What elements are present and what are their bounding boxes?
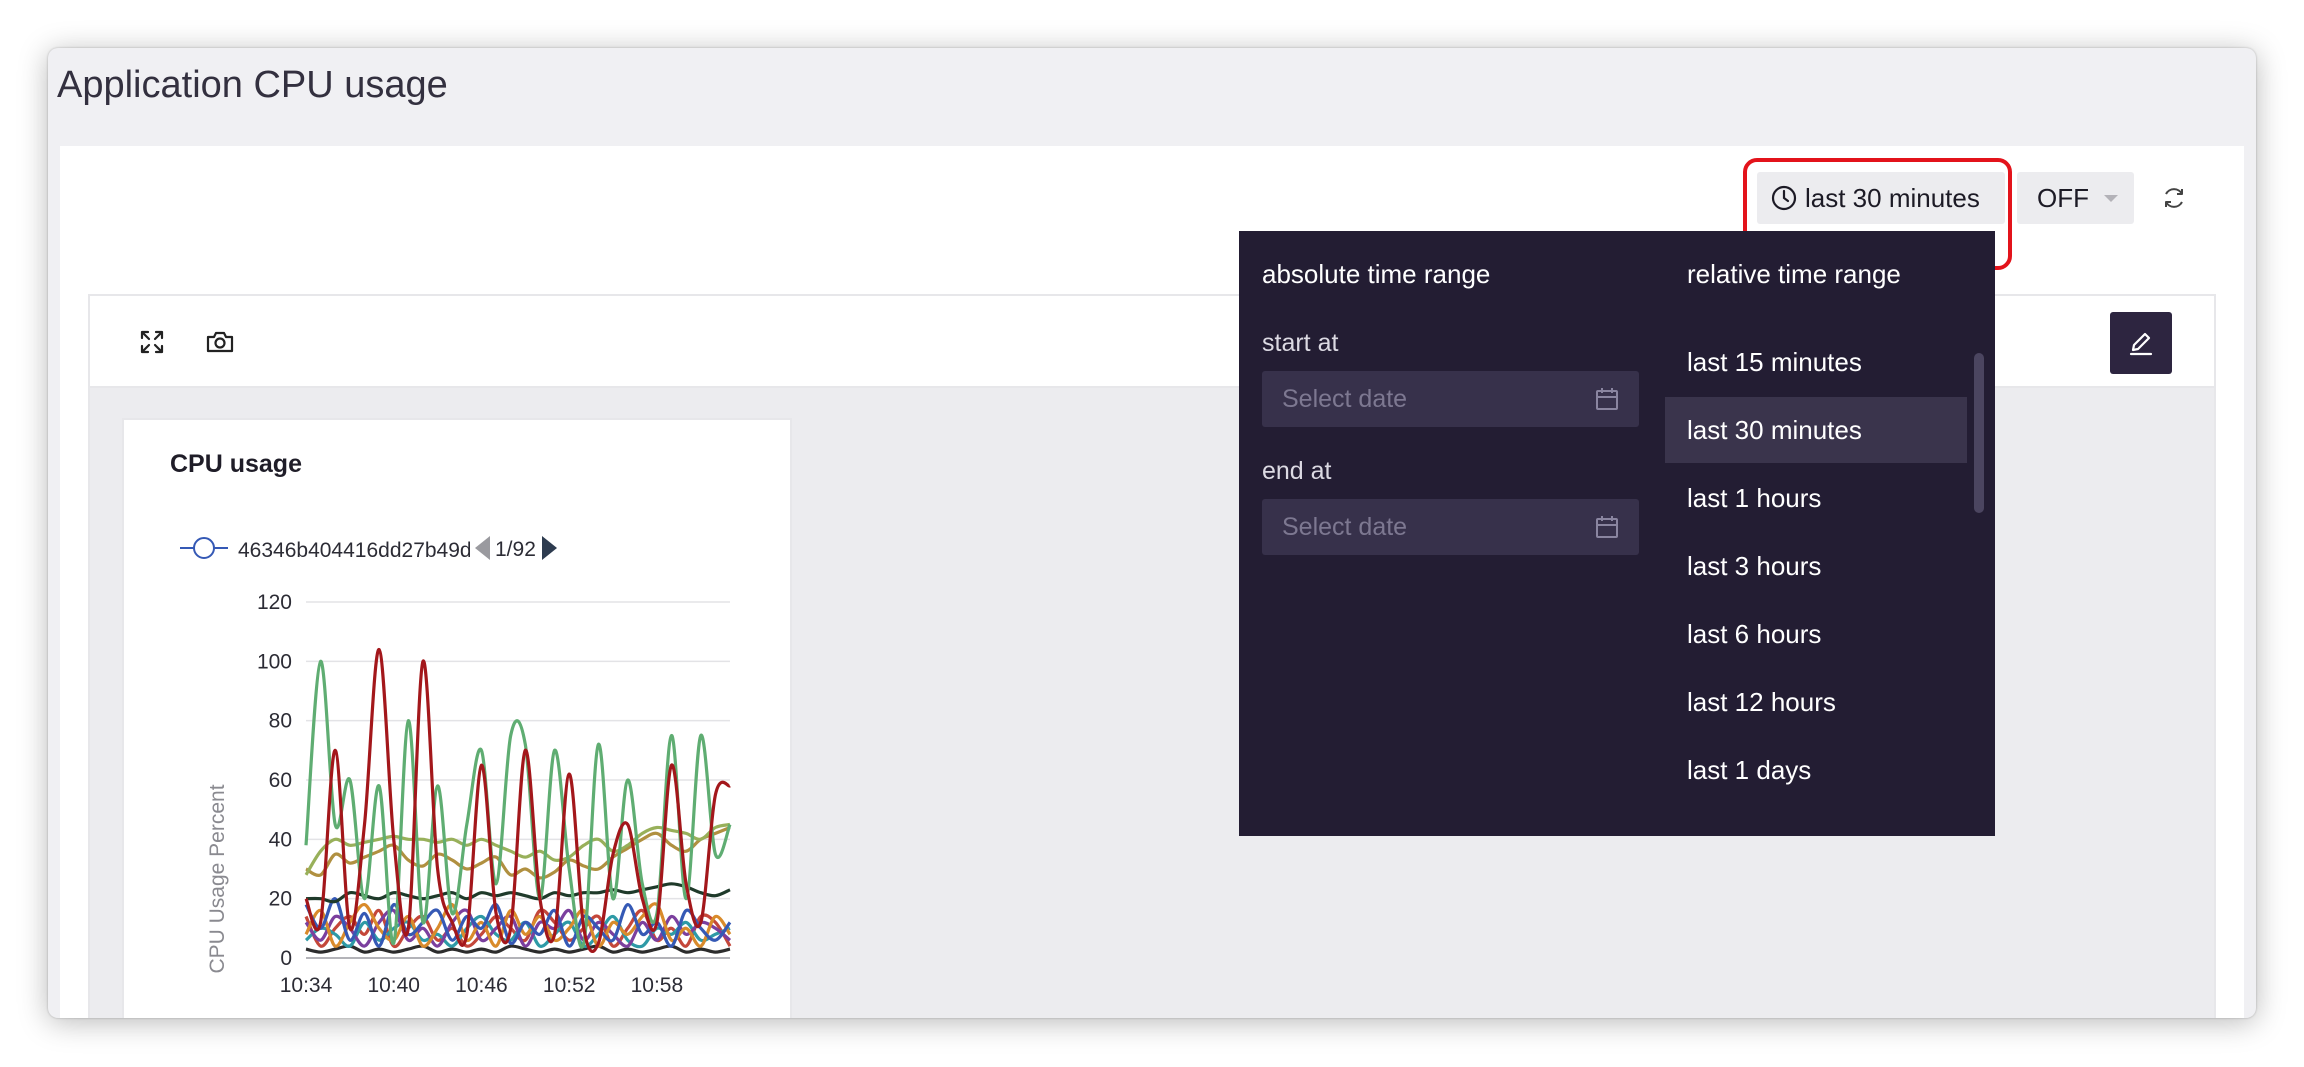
- cpu-usage-chart: CPU usage 46346b404416dd27b49db48c3eac67…: [170, 450, 732, 997]
- legend-next-icon[interactable]: [542, 536, 557, 560]
- relative-option[interactable]: last 6 hours: [1665, 601, 1967, 667]
- relative-option[interactable]: last 15 minutes: [1665, 329, 1967, 395]
- page-title: Application CPU usage: [57, 64, 448, 106]
- relative-option[interactable]: last 3 hours: [1665, 533, 1967, 599]
- y-tick-label: 60: [269, 769, 292, 792]
- refresh-button[interactable]: [2152, 176, 2196, 220]
- series-line: [304, 647, 732, 953]
- x-tick-label: 10:58: [631, 974, 684, 997]
- relative-options-list: last 15 minutes last 30 minutes last 1 h…: [1665, 329, 1967, 819]
- clock-icon: [1771, 185, 1797, 211]
- time-range-dropdown: absolute time range relative time range …: [1239, 231, 1995, 836]
- y-tick-label: 100: [257, 650, 292, 673]
- time-range-label: last 30 minutes: [1805, 182, 1980, 213]
- legend-prev-icon[interactable]: [475, 536, 490, 560]
- edit-button[interactable]: [2110, 312, 2172, 374]
- camera-icon: [206, 331, 234, 353]
- y-tick-label: 80: [269, 710, 292, 733]
- calendar-icon: [1596, 516, 1618, 538]
- absolute-time-range-heading: absolute time range: [1262, 259, 1491, 289]
- refresh-icon: [2165, 188, 2183, 208]
- x-tick-label: 10:34: [280, 974, 333, 997]
- relative-option[interactable]: last 1 days: [1665, 737, 1967, 803]
- end-at-label: end at: [1262, 457, 1332, 485]
- calendar-icon: [1596, 388, 1618, 410]
- screenshot-button[interactable]: [198, 320, 242, 364]
- relative-time-range-heading: relative time range: [1687, 259, 1901, 289]
- fullscreen-icon: [140, 330, 164, 354]
- relative-option-selected[interactable]: last 30 minutes: [1665, 397, 1967, 463]
- series-group: [304, 647, 732, 954]
- start-date-input[interactable]: Select date: [1262, 371, 1639, 427]
- relative-option[interactable]: last 12 hours: [1665, 669, 1967, 735]
- y-tick-label: 0: [280, 947, 292, 970]
- legend-page-indicator: 1/92: [495, 538, 536, 561]
- cpu-usage-chart-card: CPU usage 46346b404416dd27b49db48c3eac67…: [122, 418, 792, 1018]
- y-tick-label: 20: [269, 888, 292, 911]
- refresh-interval-value: OFF: [2037, 182, 2089, 213]
- time-range-button[interactable]: last 30 minutes: [1757, 172, 2005, 224]
- y-tick-label: 40: [269, 828, 292, 851]
- caret-down-icon: [2104, 195, 2118, 202]
- series-line: [305, 944, 731, 954]
- dropdown-scrollbar[interactable]: [1974, 353, 1984, 513]
- refresh-interval-select[interactable]: OFF: [2017, 172, 2134, 224]
- x-tick-label: 10:46: [455, 974, 508, 997]
- y-axis-label: CPU Usage Percent: [206, 784, 229, 973]
- start-date-placeholder: Select date: [1282, 384, 1408, 413]
- fullscreen-button[interactable]: [130, 320, 174, 364]
- relative-option[interactable]: last 1 hours: [1665, 465, 1967, 531]
- x-tick-label: 10:40: [367, 974, 420, 997]
- chart-title: CPU usage: [170, 450, 302, 478]
- pencil-icon: [2129, 332, 2153, 356]
- end-date-placeholder: Select date: [1282, 512, 1408, 541]
- start-at-label: start at: [1262, 329, 1339, 357]
- end-date-input[interactable]: Select date: [1262, 499, 1639, 555]
- y-tick-label: 120: [257, 591, 292, 614]
- legend-marker: [193, 537, 215, 559]
- x-tick-label: 10:52: [543, 974, 596, 997]
